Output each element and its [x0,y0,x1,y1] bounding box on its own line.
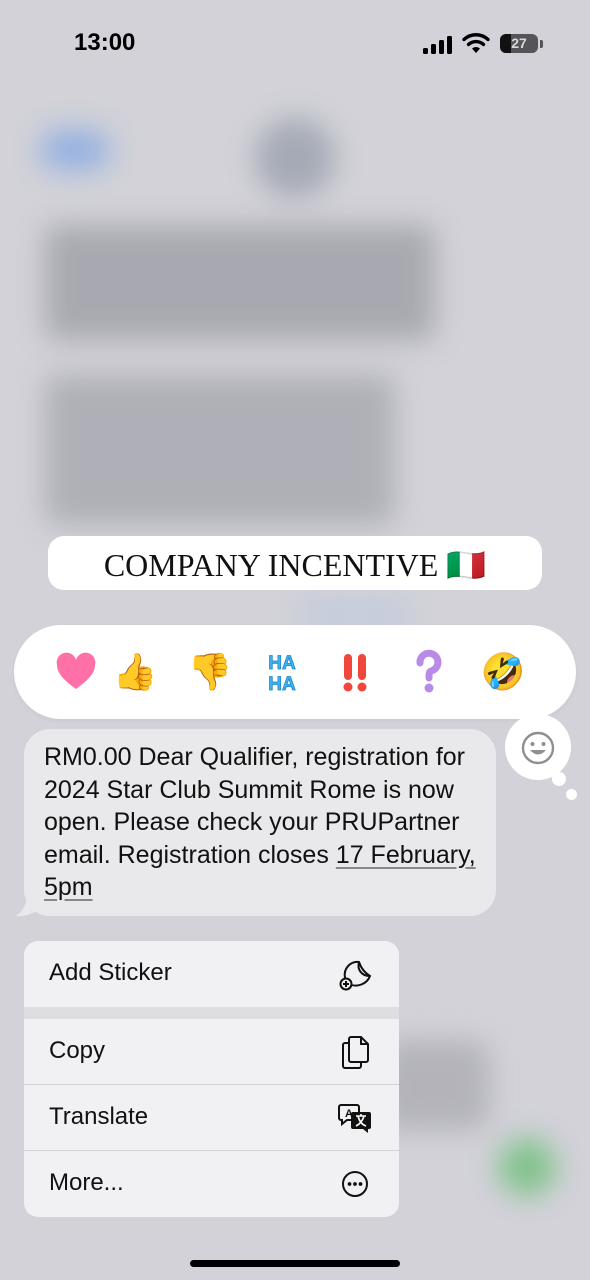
exclamation-reaction-icon[interactable] [329,647,379,697]
heart-reaction-icon[interactable] [51,647,101,697]
menu-item-label: Add Sticker [49,959,172,986]
reaction-tail-dot [566,789,577,800]
message-bubble[interactable]: RM0.00 Dear Qualifier, registration for … [24,729,496,916]
copy-menu-item[interactable]: Copy [24,1019,399,1084]
copy-icon [342,1036,369,1069]
conversation-title: COMPANY INCENTIVE 🇮🇹 [48,536,542,590]
blurred-back-button [40,130,110,170]
blurred-contact-avatar [255,118,335,198]
more-menu-item[interactable]: More... [24,1151,399,1216]
svg-text:HA: HA [268,674,296,695]
menu-item-label: Translate [49,1103,149,1130]
menu-section-divider [24,1007,399,1019]
message-text: RM0.00 Dear Qualifier, registration for … [44,743,476,901]
add-sticker-icon [339,960,372,991]
cellular-signal-icon [423,36,453,54]
rolling-laughing-reaction-icon[interactable]: 🤣 [478,647,528,697]
tapback-reaction-bar: 👍 👎 HA HA 🤣 [14,625,576,719]
home-indicator[interactable] [190,1260,400,1267]
status-time: 13:00 [74,29,136,56]
status-bar: 13:00 27 [0,0,590,90]
blurred-message [45,375,395,525]
battery-icon: 27 [500,34,538,53]
menu-item-label: Copy [49,1037,106,1064]
haha-reaction-icon[interactable]: HA HA [257,647,307,697]
translate-menu-item[interactable]: Translate A [24,1085,399,1150]
wifi-icon [462,33,490,53]
question-reaction-icon[interactable] [404,647,454,697]
battery-level: 27 [511,35,527,51]
thumbs-up-reaction-icon[interactable]: 👍 [110,647,160,697]
reaction-tail-dot [552,772,566,786]
add-sticker-menu-item[interactable]: Add Sticker [24,941,399,1006]
battery-tip [540,40,543,48]
blurred-message [45,225,435,340]
translate-icon: A [338,1104,371,1133]
menu-item-label: More... [49,1169,124,1196]
context-menu: Add Sticker Copy Translate A More... [24,941,399,1217]
more-icon [342,1171,368,1197]
thumbs-down-reaction-icon[interactable]: 👎 [185,647,235,697]
conversation-title-text: COMPANY INCENTIVE 🇮🇹 [103,547,487,583]
smiley-face-icon[interactable] [520,730,556,766]
svg-text:HA: HA [268,653,296,674]
blurred-send-button [498,1138,556,1196]
